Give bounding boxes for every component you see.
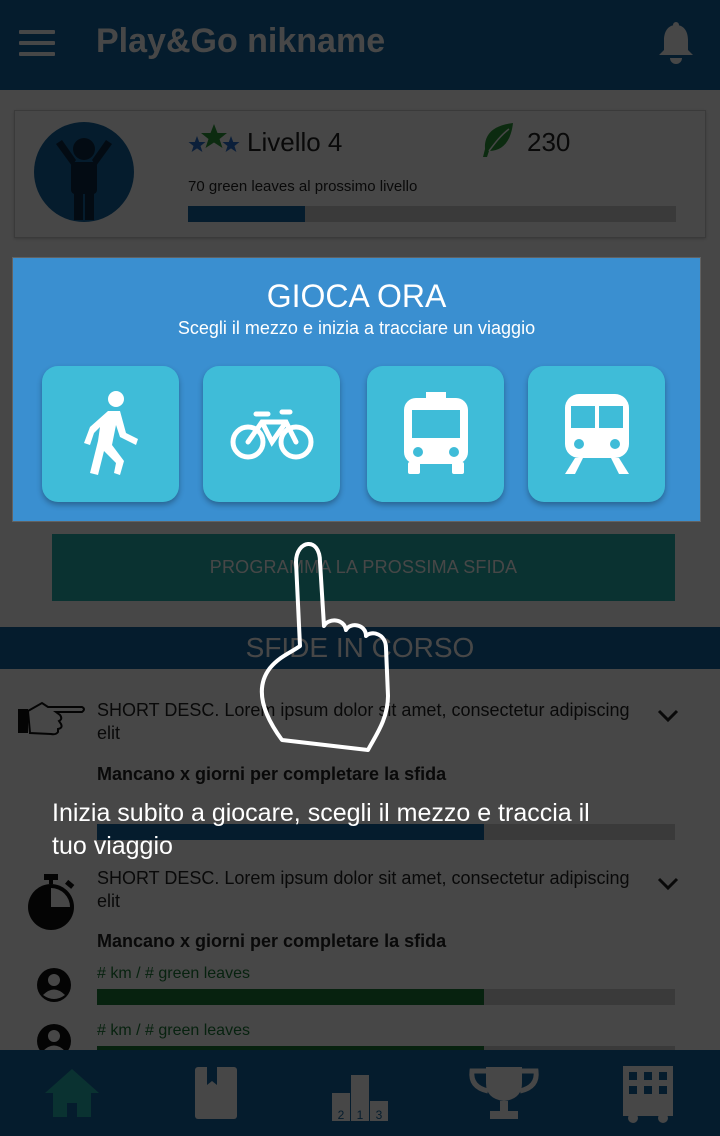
profile-card: Livello 4 230 70 green leaves al prossim… [14, 110, 706, 238]
svg-text:3: 3 [376, 1108, 383, 1122]
level-label: Livello 4 [247, 127, 343, 157]
stopwatch-icon [28, 874, 75, 930]
play-now-panel: GIOCA ORA Scegli il mezzo e inizia a tra… [13, 258, 700, 521]
mode-train-button[interactable] [528, 366, 665, 502]
top-bar: Play&Go nikname [0, 0, 720, 90]
leaf-icon [483, 123, 513, 157]
home-icon [45, 1069, 99, 1117]
challenge-metric-bar [97, 989, 675, 1005]
bus-icon [403, 392, 468, 474]
nav-trophy[interactable] [432, 1050, 576, 1136]
level-progress-bar [188, 206, 676, 222]
train-icon [564, 394, 629, 474]
svg-text:1: 1 [357, 1108, 364, 1122]
diary-icon [195, 1067, 237, 1119]
ranking-icon: 2 1 3 [332, 1075, 388, 1122]
challenge-days-left: Mancano x giorni per completare la sfida [97, 931, 447, 951]
chevron-down-icon[interactable] [656, 876, 680, 892]
level-progress-fill [188, 206, 306, 222]
chevron-down-icon[interactable] [656, 708, 680, 724]
mode-walk-button[interactable] [42, 366, 179, 502]
bottom-nav: 2 1 3 [0, 1050, 720, 1136]
level-stars-icon [188, 124, 240, 152]
app-title: Play&Go nikname [96, 22, 386, 60]
pointing-hand-icon [18, 701, 85, 736]
nav-city[interactable] [576, 1050, 720, 1136]
nav-ranking[interactable]: 2 1 3 [288, 1050, 432, 1136]
menu-icon[interactable] [19, 30, 55, 58]
city-icon [623, 1066, 673, 1123]
challenge-metric-label: # km / # green leaves [97, 965, 250, 982]
challenge-metric-label: # km / # green leaves [97, 1022, 250, 1039]
avatar[interactable] [34, 122, 134, 222]
next-level-text: 70 green leaves al prossimo livello [188, 178, 418, 195]
mode-bike-button[interactable] [203, 366, 340, 502]
bike-icon [230, 409, 313, 460]
walk-icon [83, 391, 138, 475]
nav-home[interactable] [0, 1050, 144, 1136]
user-icon [37, 968, 71, 1002]
play-title: GIOCA ORA [266, 278, 447, 314]
tutorial-hint: Inizia subito a giocare, scegli il mezzo… [52, 799, 590, 860]
challenge-days-left: Mancano x giorni per completare la sfida [97, 764, 447, 784]
challenge-description: SHORT DESC. Lorem ipsum dolor sit amet, … [97, 868, 630, 911]
nav-diary[interactable] [144, 1050, 288, 1136]
challenge-metric-fill [97, 989, 485, 1005]
person-icon [56, 138, 112, 220]
tap-hand-icon [259, 542, 390, 752]
bell-icon[interactable] [656, 22, 696, 66]
mode-bus-button[interactable] [367, 366, 504, 502]
svg-text:2: 2 [338, 1108, 345, 1122]
trophy-icon [469, 1067, 539, 1119]
leaf-count: 230 [527, 127, 571, 157]
play-subtitle: Scegli il mezzo e inizia a tracciare un … [177, 318, 536, 338]
